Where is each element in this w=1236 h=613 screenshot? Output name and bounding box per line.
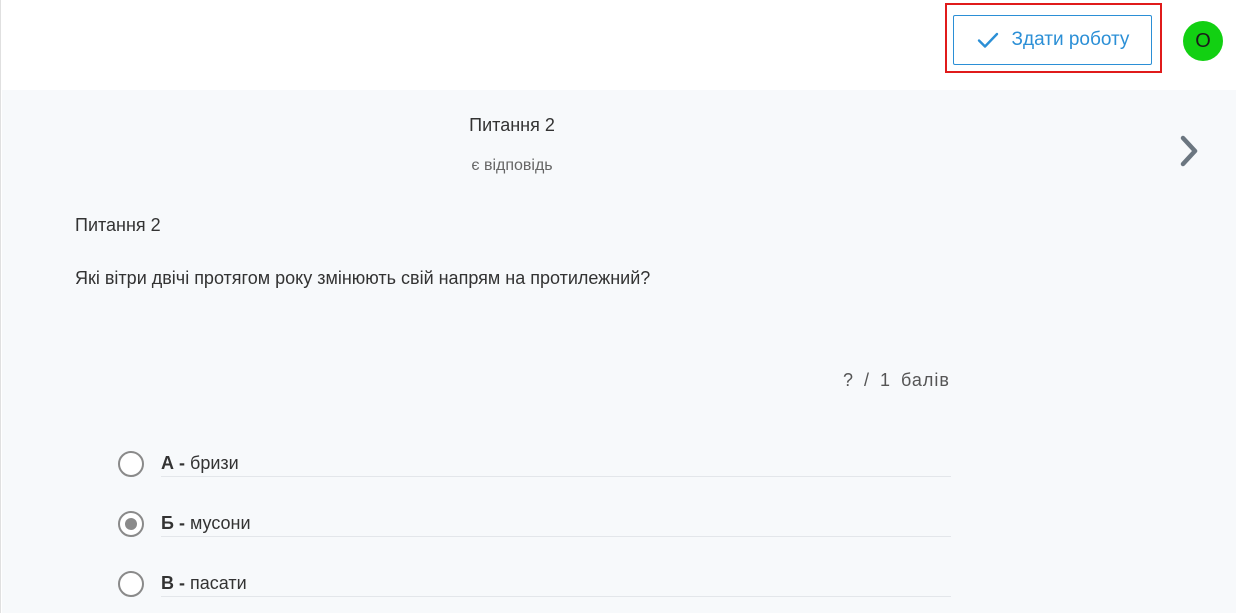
option-divider: [161, 536, 951, 537]
question-nav-status: є відповідь: [471, 157, 553, 174]
option-letter: Б -: [161, 513, 185, 533]
question-nav-title: Питання 2: [469, 115, 555, 135]
question-panel: Питання 2 є відповідь Питання 2 Які вітр…: [2, 90, 1236, 613]
option-divider: [161, 476, 951, 477]
question-text: Які вітри двічі протягом року змінюють с…: [75, 268, 651, 288]
question-score: ? / 1 балів: [843, 370, 950, 390]
option-text: бризи: [190, 453, 239, 473]
answer-option-c[interactable]: В - пасати: [118, 571, 951, 611]
option-letter: В -: [161, 573, 185, 593]
check-icon: [977, 32, 998, 48]
radio-button[interactable]: [118, 511, 144, 537]
submit-work-label: Здати роботу: [1011, 29, 1130, 50]
chevron-right-icon[interactable]: [1174, 134, 1204, 168]
question-number: Питання 2: [75, 215, 161, 235]
radio-button[interactable]: [118, 571, 144, 597]
avatar-initial: О: [1195, 29, 1211, 52]
option-label: А - бризи: [161, 453, 239, 474]
option-text: пасати: [190, 573, 247, 593]
submit-work-button[interactable]: Здати роботу: [953, 15, 1152, 65]
option-label: В - пасати: [161, 573, 247, 594]
answer-option-a[interactable]: А - бризи: [118, 451, 951, 491]
option-divider: [161, 596, 951, 597]
answer-option-b[interactable]: Б - мусони: [118, 511, 951, 551]
page: Здати роботу О Питання 2 є відповідь Пит…: [0, 0, 1236, 613]
top-bar: Здати роботу О: [1, 0, 1236, 90]
option-label: Б - мусони: [161, 513, 251, 534]
option-text: мусони: [189, 513, 251, 533]
avatar[interactable]: О: [1183, 21, 1223, 61]
radio-button[interactable]: [118, 451, 144, 477]
option-letter: А -: [161, 453, 185, 473]
